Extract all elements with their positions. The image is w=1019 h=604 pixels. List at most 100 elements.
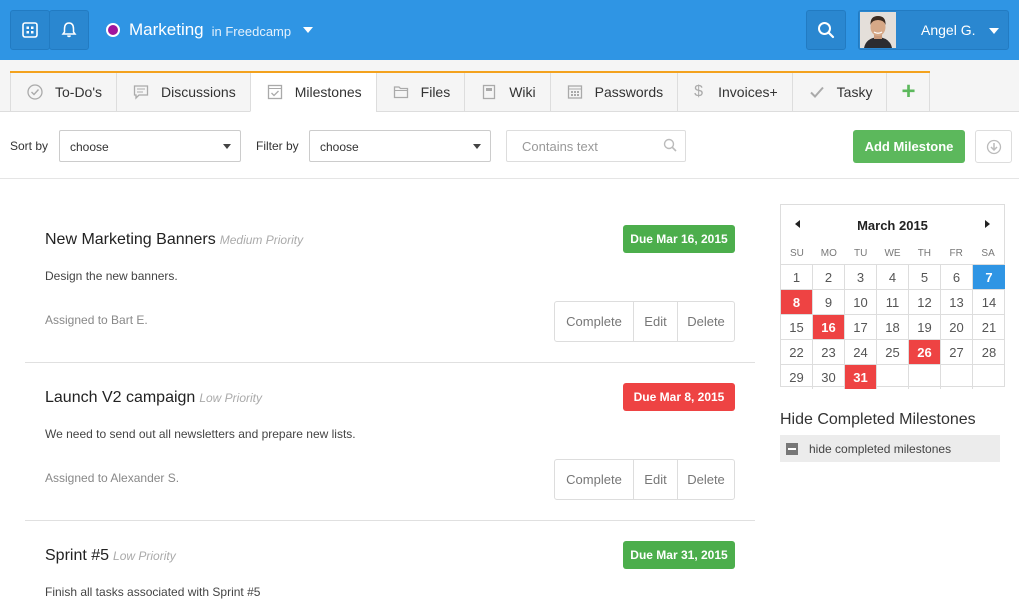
delete-button[interactable]: Delete bbox=[677, 302, 734, 341]
search-input[interactable]: Contains text bbox=[506, 130, 686, 162]
tab-label: Discussions bbox=[161, 84, 236, 100]
sort-select[interactable]: choose bbox=[59, 130, 241, 162]
download-button[interactable] bbox=[975, 130, 1012, 163]
edit-button[interactable]: Edit bbox=[633, 460, 677, 499]
divider bbox=[25, 362, 755, 363]
tab-files[interactable]: Files bbox=[375, 73, 465, 112]
milestone-priority: Medium Priority bbox=[219, 233, 304, 247]
milestone-name[interactable]: Sprint #5 bbox=[45, 547, 109, 564]
weekday-label: FR bbox=[949, 248, 963, 259]
calendar-day[interactable]: 21 bbox=[973, 314, 1005, 339]
checkmark-circle-icon bbox=[27, 84, 43, 100]
filter-select[interactable]: choose bbox=[309, 130, 491, 162]
calendar-day[interactable]: 26 bbox=[909, 339, 941, 364]
calendar-day[interactable]: 13 bbox=[941, 289, 973, 314]
milestone-name[interactable]: New Marketing Banners bbox=[45, 231, 216, 248]
notifications-button[interactable] bbox=[49, 10, 89, 50]
sort-select-value: choose bbox=[70, 140, 109, 154]
filter-label: Filter by bbox=[256, 139, 299, 153]
search-placeholder: Contains text bbox=[522, 139, 598, 154]
tab-label: Files bbox=[420, 84, 451, 100]
tab-milestones[interactable]: Milestones bbox=[249, 73, 376, 112]
milestone-title[interactable]: Sprint #5 Low Priority bbox=[45, 547, 176, 565]
complete-button[interactable]: Complete bbox=[555, 460, 633, 499]
calendar-day[interactable]: 30 bbox=[813, 364, 845, 389]
weekday-label: TU bbox=[853, 248, 868, 259]
chevron-down-icon bbox=[303, 27, 314, 33]
download-icon bbox=[986, 139, 1001, 154]
project-workspace: in Freedcamp bbox=[211, 24, 292, 39]
next-month-icon[interactable] bbox=[985, 220, 990, 228]
project-switcher[interactable]: Marketing in Freedcamp bbox=[106, 18, 314, 42]
add-app-button[interactable]: + bbox=[886, 73, 931, 112]
calendar-day[interactable]: 16 bbox=[813, 314, 845, 339]
dollar-icon: $ bbox=[694, 83, 704, 100]
delete-button[interactable]: Delete bbox=[677, 460, 734, 499]
calendar-day[interactable]: 12 bbox=[909, 289, 941, 314]
tab-tasky[interactable]: Tasky bbox=[791, 73, 887, 112]
folder-icon bbox=[393, 84, 409, 100]
hide-completed-toggle[interactable]: hide completed milestones bbox=[780, 435, 1000, 462]
sort-label: Sort by bbox=[10, 139, 49, 153]
milestone-priority: Low Priority bbox=[199, 391, 263, 405]
calendar-day[interactable]: 11 bbox=[877, 289, 909, 314]
calendar-day-empty bbox=[877, 364, 909, 389]
weekday-label: WE bbox=[884, 248, 901, 259]
app-tabs: To-Do's Discussions Milestones Files Wik… bbox=[10, 71, 931, 112]
milestone-description: We need to send out all newsletters and … bbox=[45, 427, 356, 441]
calendar-day[interactable]: 18 bbox=[877, 314, 909, 339]
calendar-day[interactable]: 19 bbox=[909, 314, 941, 339]
milestone-description: Finish all tasks associated with Sprint … bbox=[45, 585, 261, 599]
calendar-day[interactable]: 24 bbox=[845, 339, 877, 364]
milestone-title[interactable]: Launch V2 campaign Low Priority bbox=[45, 389, 262, 407]
calendar-day[interactable]: 20 bbox=[941, 314, 973, 339]
calendar-day[interactable]: 4 bbox=[877, 264, 909, 289]
add-milestone-button[interactable]: Add Milestone bbox=[853, 130, 965, 163]
calendar-day[interactable]: 3 bbox=[845, 264, 877, 289]
tab-label: Tasky bbox=[836, 84, 873, 100]
apps-grid-button[interactable] bbox=[10, 10, 50, 50]
calendar-day[interactable]: 9 bbox=[813, 289, 845, 314]
due-date-badge: Due Mar 16, 2015 bbox=[623, 225, 735, 253]
calendar-day[interactable]: 27 bbox=[941, 339, 973, 364]
calendar-day[interactable]: 29 bbox=[781, 364, 813, 389]
mini-calendar: March 2015 SU MO TU WE TH FR SA 12345678… bbox=[780, 204, 1006, 389]
tab-wiki[interactable]: Wiki bbox=[464, 73, 550, 112]
book-icon bbox=[481, 84, 497, 100]
tab-todos[interactable]: To-Do's bbox=[10, 73, 117, 112]
project-color-dot bbox=[106, 23, 120, 37]
calendar-day[interactable]: 17 bbox=[845, 314, 877, 339]
weekday-label: TH bbox=[917, 248, 932, 259]
prev-month-icon[interactable] bbox=[795, 220, 800, 228]
weekday-label: SU bbox=[789, 248, 804, 259]
calendar-day[interactable]: 7 bbox=[973, 264, 1005, 289]
milestone-title[interactable]: New Marketing Banners Medium Priority bbox=[45, 231, 303, 249]
complete-button[interactable]: Complete bbox=[555, 302, 633, 341]
tab-invoices[interactable]: $ Invoices+ bbox=[677, 73, 792, 112]
tab-label: To-Do's bbox=[55, 84, 103, 100]
calendar-day[interactable]: 15 bbox=[781, 314, 813, 339]
tab-label: Invoices+ bbox=[718, 84, 778, 100]
edit-button[interactable]: Edit bbox=[633, 302, 677, 341]
milestone-name[interactable]: Launch V2 campaign bbox=[45, 389, 195, 406]
user-menu[interactable]: Angel G. bbox=[858, 10, 1009, 50]
avatar bbox=[860, 12, 896, 48]
calendar-day[interactable]: 2 bbox=[813, 264, 845, 289]
calendar-day[interactable]: 31 bbox=[845, 364, 877, 389]
calendar-day[interactable]: 8 bbox=[781, 289, 813, 314]
due-date-badge: Due Mar 31, 2015 bbox=[623, 541, 735, 569]
hide-completed-label: hide completed milestones bbox=[809, 441, 952, 456]
calendar-day[interactable]: 25 bbox=[877, 339, 909, 364]
tab-passwords[interactable]: Passwords bbox=[549, 73, 678, 112]
calendar-grid: 1 2 3 4 5 6 7 8 9 10 11 12 13 14 15 16 17 18 19 20 21 22 23 24 2… bbox=[781, 264, 1006, 389]
calendar-day[interactable]: 10 bbox=[845, 289, 877, 314]
tab-discussions[interactable]: Discussions bbox=[116, 73, 250, 112]
calendar-day[interactable]: 5 bbox=[909, 264, 941, 289]
calendar-day[interactable]: 22 bbox=[781, 339, 813, 364]
calendar-day[interactable]: 28 bbox=[973, 339, 1005, 364]
calendar-day[interactable]: 1 bbox=[781, 264, 813, 289]
calendar-day[interactable]: 14 bbox=[973, 289, 1005, 314]
calendar-day[interactable]: 6 bbox=[941, 264, 973, 289]
calendar-day[interactable]: 23 bbox=[813, 339, 845, 364]
search-button[interactable] bbox=[806, 10, 846, 50]
